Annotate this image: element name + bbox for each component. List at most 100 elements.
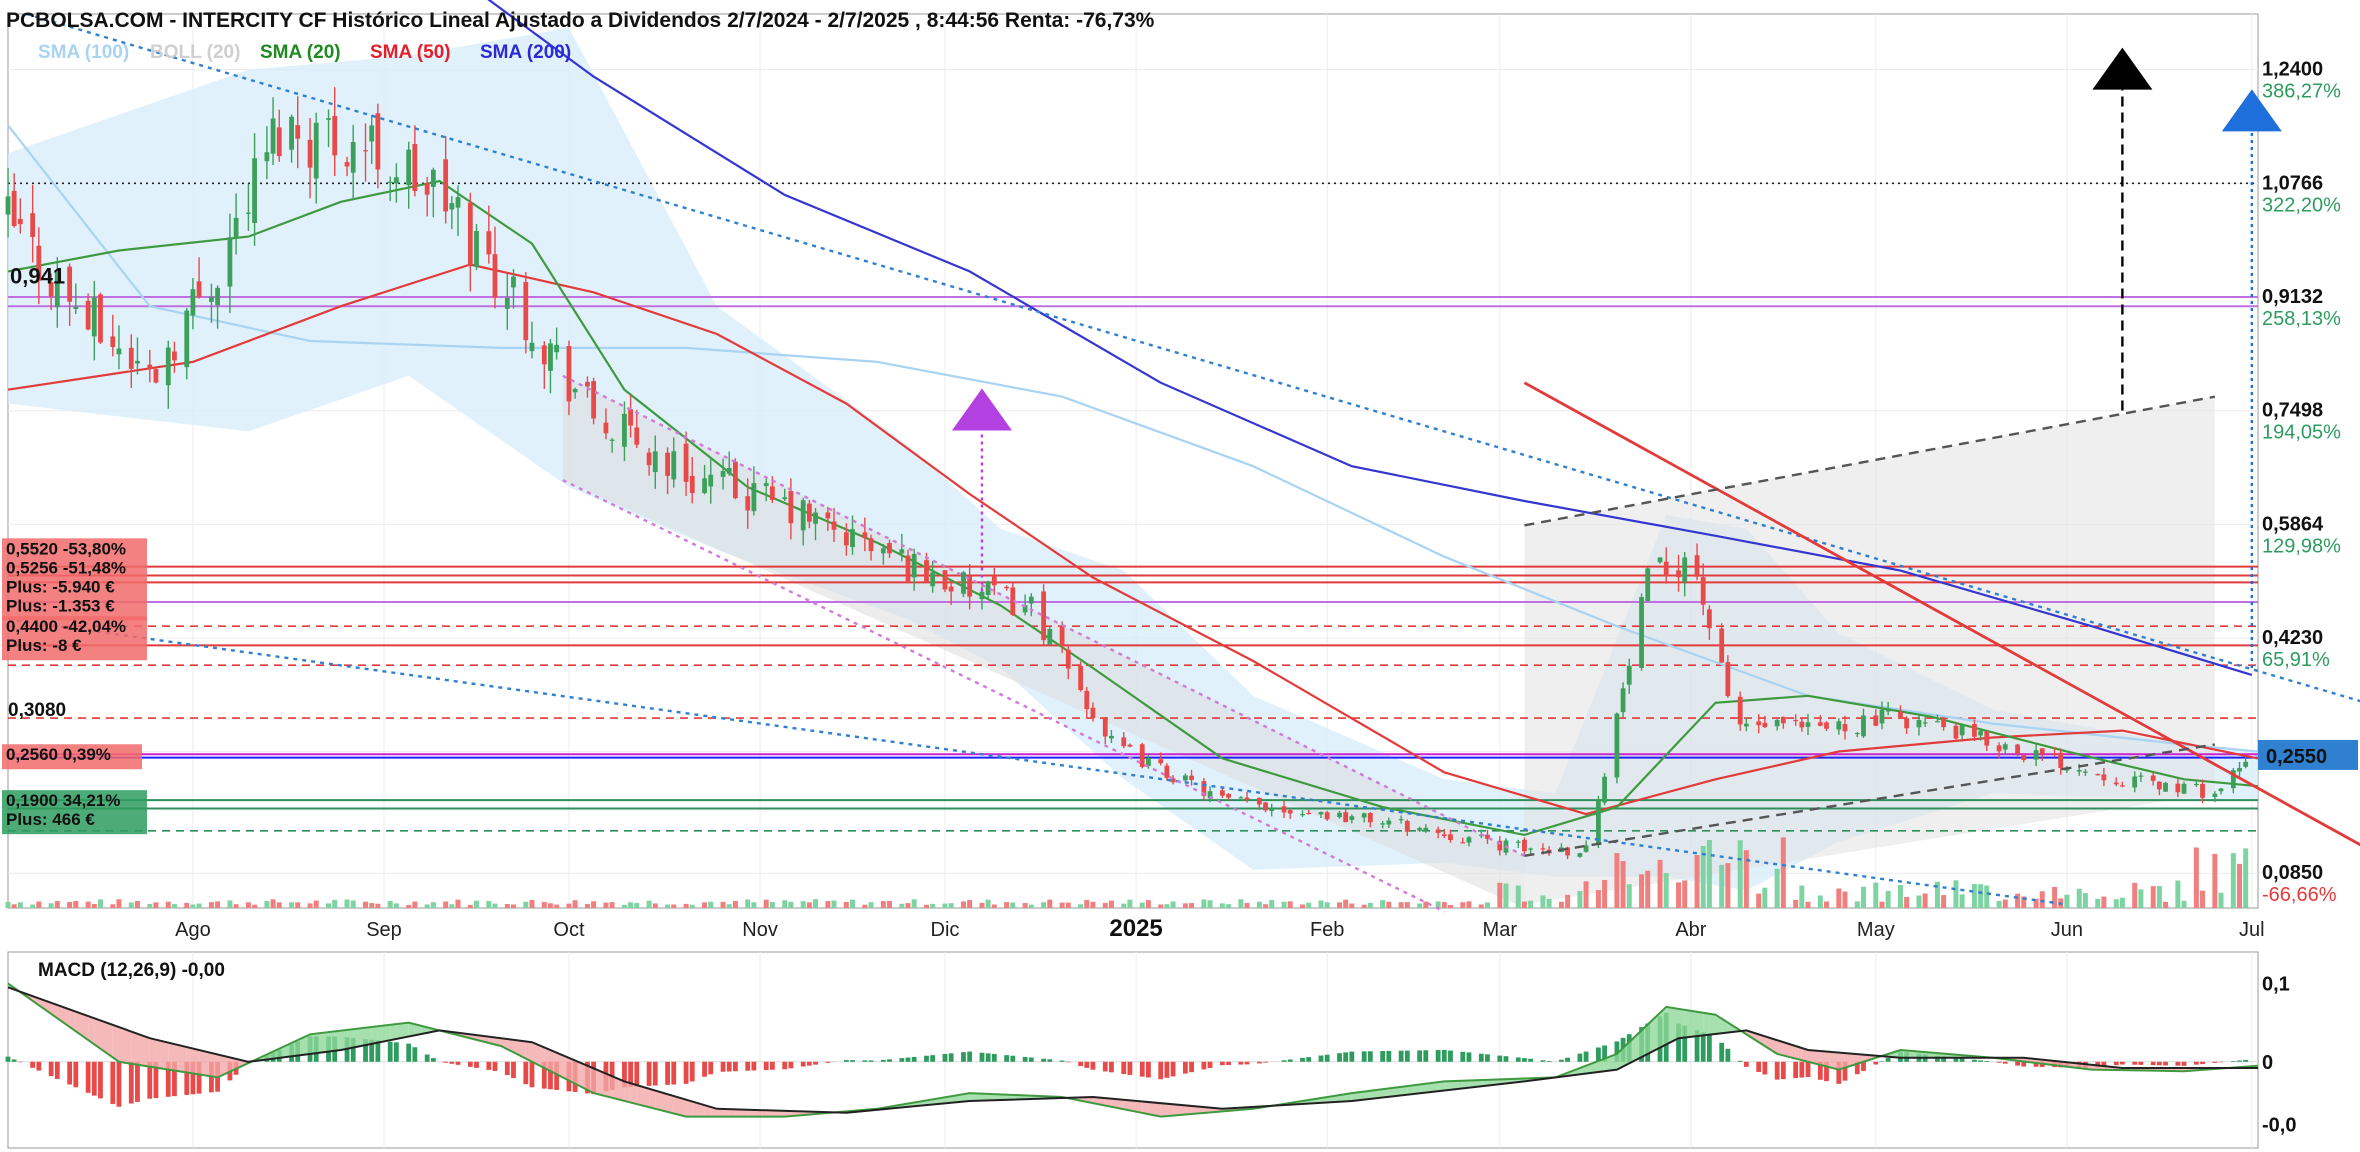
candle-body <box>1577 853 1583 857</box>
y-tick-percent: 194,05% <box>2262 422 2341 444</box>
candle-body <box>295 125 301 139</box>
level-label: 0,3080 <box>8 700 66 721</box>
volume-bar <box>1386 901 1392 908</box>
y-tick-label: 0,0850 <box>2262 862 2323 884</box>
volume-bar <box>1108 900 1114 908</box>
candle-body <box>1448 834 1453 841</box>
candle-body <box>862 532 868 539</box>
macd-histogram-bar <box>1706 1034 1712 1062</box>
macd-histogram-bar <box>1349 1051 1355 1062</box>
volume-bar <box>208 902 214 908</box>
macd-histogram-bar <box>2218 1061 2224 1063</box>
macd-fill <box>667 1094 674 1114</box>
candle-body <box>264 152 270 162</box>
candle-body <box>2015 744 2020 755</box>
legend-item: BOLL (20) <box>150 42 240 63</box>
candle-body <box>1441 834 1447 837</box>
macd-histogram-bar <box>868 1060 874 1062</box>
macd-histogram-bar <box>911 1056 917 1062</box>
macd-histogram-bar <box>1244 1061 1250 1065</box>
macd-histogram-bar <box>813 1061 818 1065</box>
candle-body <box>1139 744 1145 767</box>
candle-body <box>961 572 966 594</box>
macd-histogram-bar <box>788 1061 794 1069</box>
volume-bar <box>1583 881 1589 908</box>
volume-bar <box>1090 901 1096 908</box>
volume-bar <box>1127 899 1133 908</box>
macd-histogram-bar <box>1047 1059 1053 1062</box>
macd-histogram-bar <box>806 1061 812 1066</box>
macd-histogram-bar <box>2113 1061 2119 1066</box>
macd-histogram-bar <box>634 1061 640 1087</box>
volume-bar <box>850 899 856 908</box>
indicator-legend: SMA (100) BOLL (20) SMA (20) SMA (50) SMA (2… <box>38 42 571 63</box>
volume-bar <box>1515 885 1521 908</box>
volume-bar <box>541 902 547 908</box>
macd-histogram-bar <box>732 1061 738 1072</box>
volume-bar <box>985 899 991 908</box>
candle-body <box>116 348 122 355</box>
volume-bar <box>85 901 91 908</box>
macd-histogram-bar <box>2150 1061 2156 1066</box>
candle-body <box>763 483 769 487</box>
candle-body <box>17 219 23 225</box>
candle-body <box>1620 688 1626 713</box>
candle-body <box>1102 718 1108 737</box>
volume-bar <box>2119 897 2125 908</box>
candle-body <box>1873 715 1879 726</box>
candle-body <box>1287 810 1293 814</box>
macd-histogram-bar <box>1065 1061 1071 1063</box>
volume-bar <box>566 903 572 908</box>
candle-body <box>541 345 547 365</box>
macd-label: MACD (12,26,9) -0,00 <box>38 960 225 981</box>
candle-body <box>2052 753 2057 755</box>
macd-histogram-bar <box>1737 1060 1743 1062</box>
macd-histogram-bar <box>1386 1050 1392 1062</box>
volume-bar <box>264 900 270 908</box>
macd-histogram-bar <box>1448 1050 1453 1062</box>
volume-bar <box>1201 899 1207 908</box>
volume-bar <box>36 901 42 908</box>
candle-body <box>831 521 837 530</box>
volume-bar <box>1521 901 1527 908</box>
volume-bar <box>344 899 350 908</box>
macd-histogram-bar <box>128 1061 134 1104</box>
candle-body <box>1028 596 1034 604</box>
volume-bar <box>2218 892 2224 908</box>
candle-body <box>350 142 356 173</box>
volume-bar <box>2076 888 2082 908</box>
macd-histogram-bar <box>1281 1060 1287 1062</box>
candle-body <box>905 555 911 582</box>
volume-bar <box>1145 900 1151 908</box>
macd-histogram-bar <box>1263 1061 1268 1063</box>
candle-body <box>1935 721 1940 723</box>
volume-bar <box>147 903 153 908</box>
volume-bar <box>54 901 60 908</box>
candle-body <box>1164 765 1170 778</box>
candle-body <box>1743 723 1749 727</box>
candle-body <box>671 451 677 480</box>
volume-bar <box>1004 902 1010 908</box>
volume-bar <box>2243 848 2249 908</box>
volume-bar <box>227 900 233 908</box>
macd-histogram-bar <box>1799 1061 1805 1078</box>
volume-bar <box>449 904 455 908</box>
volume-bar <box>48 903 54 908</box>
volume-bar <box>165 901 171 908</box>
candle-body <box>1996 745 2002 752</box>
volume-bar <box>572 900 578 908</box>
volume-bar <box>1244 902 1250 908</box>
candle-body <box>1836 721 1842 730</box>
volume-bar <box>1256 901 1262 908</box>
volume-bar <box>196 903 202 908</box>
volume-bar <box>2015 893 2021 908</box>
volume-bar <box>1059 902 1065 908</box>
x-tick-label: May <box>1857 919 1895 941</box>
volume-bar <box>1367 902 1373 908</box>
order-box-label: Plus: -1.353 € <box>6 596 115 615</box>
x-tick-label: Oct <box>553 919 585 941</box>
candle-body <box>1959 724 1965 736</box>
macd-histogram-bar <box>763 1061 769 1071</box>
volume-bar <box>1417 903 1423 908</box>
candle-body <box>2243 761 2249 767</box>
